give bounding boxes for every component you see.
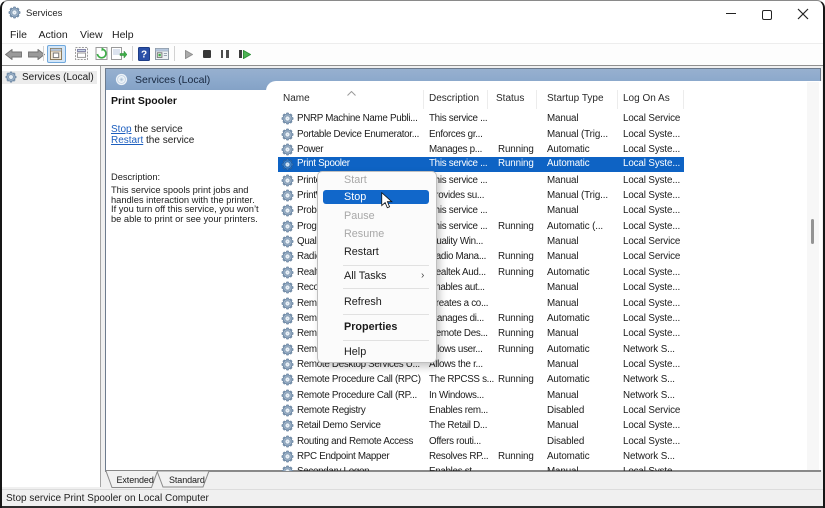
svg-text:?: ? bbox=[141, 50, 147, 61]
